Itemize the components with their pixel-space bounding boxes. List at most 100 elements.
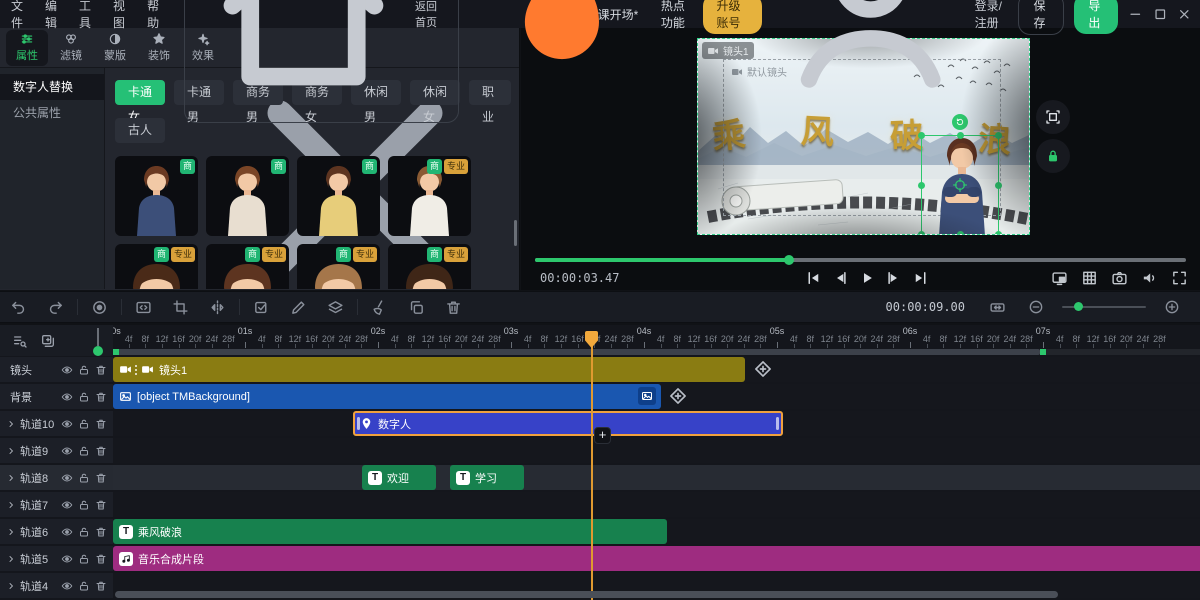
timeline-zoom-slider[interactable] xyxy=(1062,306,1146,308)
background-image-icon[interactable] xyxy=(638,387,656,405)
category-chip[interactable]: 古人 xyxy=(115,118,165,143)
menu-item-5[interactable]: 帮助 xyxy=(136,0,170,31)
add-keyframe-button[interactable] xyxy=(668,386,688,406)
multi-select-button[interactable] xyxy=(253,299,270,316)
save-button[interactable]: 保存 xyxy=(1018,0,1064,35)
menu-item-1[interactable]: 文件 xyxy=(0,0,34,31)
subnav-item-1[interactable]: 数字人替换 xyxy=(0,74,104,100)
playback-progress[interactable] xyxy=(535,255,1186,265)
avatar-scrollbar[interactable] xyxy=(514,220,517,246)
range-start-marker[interactable] xyxy=(113,349,119,355)
menu-item-4[interactable]: 视图 xyxy=(102,0,136,31)
eye-icon[interactable] xyxy=(61,364,73,376)
next-frame-button[interactable] xyxy=(885,268,903,288)
fit-timeline-button[interactable] xyxy=(989,299,1006,316)
layers-button[interactable] xyxy=(327,299,344,316)
trash-icon[interactable] xyxy=(95,364,107,376)
add-track-button[interactable] xyxy=(40,333,56,349)
grid-button[interactable] xyxy=(1081,268,1098,288)
trash-icon[interactable] xyxy=(95,580,107,592)
chev-icon[interactable] xyxy=(6,473,16,483)
chev-icon[interactable] xyxy=(6,419,16,429)
playhead-line[interactable] xyxy=(591,346,593,600)
volume-button[interactable] xyxy=(1141,268,1158,288)
selection-box[interactable] xyxy=(921,135,999,235)
rotate-handle[interactable] xyxy=(952,114,968,130)
track-manager-button[interactable] xyxy=(12,333,28,349)
export-button[interactable]: 导出 xyxy=(1074,0,1118,34)
tab-mask[interactable]: 蒙版 xyxy=(94,30,136,66)
lock-icon[interactable] xyxy=(78,472,90,484)
avatar-card[interactable]: 商专业 xyxy=(115,244,198,289)
selection-handle[interactable] xyxy=(995,132,1002,139)
previous-frame-button[interactable] xyxy=(831,268,849,288)
trash-icon[interactable] xyxy=(95,391,107,403)
trash-icon[interactable] xyxy=(95,445,107,457)
time-ruler[interactable]: 0s4f8f12f16f20f24f28f01s4f8f12f16f20f24f… xyxy=(113,325,1200,348)
add-on-playhead-button[interactable]: + xyxy=(594,427,611,444)
lock-icon[interactable] xyxy=(78,499,90,511)
skip-start-button[interactable] xyxy=(804,268,822,288)
clip-音乐合成片段[interactable]: 音乐合成片段 xyxy=(113,546,1200,571)
tab-filter[interactable]: 滤镜 xyxy=(50,30,92,66)
eye-icon[interactable] xyxy=(61,445,73,457)
crop-button[interactable] xyxy=(172,299,189,316)
maximize-button[interactable] xyxy=(1153,4,1168,24)
add-keyframe-button[interactable] xyxy=(753,359,773,379)
menu-item-2[interactable]: 编辑 xyxy=(34,0,68,31)
clip-left-grip[interactable] xyxy=(357,417,360,430)
clip-学习[interactable]: T学习 xyxy=(450,465,524,490)
eye-icon[interactable] xyxy=(61,418,73,430)
pip-button[interactable] xyxy=(1051,268,1068,288)
login-button[interactable]: 登录/注册 xyxy=(772,0,1008,113)
zoom-out-button[interactable] xyxy=(1028,299,1044,315)
skip-end-button[interactable] xyxy=(912,268,930,288)
delete-button[interactable] xyxy=(445,299,462,316)
eye-icon[interactable] xyxy=(61,499,73,511)
snapshot-button[interactable] xyxy=(1111,268,1128,288)
redo-button[interactable] xyxy=(47,299,64,316)
subnav-item-2[interactable]: 公共属性 xyxy=(0,100,104,126)
avatar-card[interactable]: 商专业 xyxy=(388,156,471,236)
eye-icon[interactable] xyxy=(61,580,73,592)
keyframe-button[interactable] xyxy=(135,299,152,316)
play-button[interactable] xyxy=(858,268,876,288)
eye-icon[interactable] xyxy=(61,391,73,403)
lock-icon[interactable] xyxy=(78,580,90,592)
duplicate-button[interactable] xyxy=(408,299,425,316)
trash-icon[interactable] xyxy=(95,418,107,430)
zoom-in-button[interactable] xyxy=(1164,299,1180,315)
lock-button[interactable] xyxy=(1036,139,1070,173)
undo-button[interactable] xyxy=(10,299,27,316)
selection-handle[interactable] xyxy=(918,182,925,189)
zoom-slider-knob[interactable] xyxy=(1074,302,1083,311)
trash-icon[interactable] xyxy=(95,499,107,511)
eye-icon[interactable] xyxy=(61,472,73,484)
clear-button[interactable] xyxy=(371,299,388,316)
fullscreen-button[interactable] xyxy=(1171,268,1188,288)
avatar-card[interactable]: 商专业 xyxy=(206,244,289,289)
selection-handle[interactable] xyxy=(995,182,1002,189)
record-button[interactable] xyxy=(91,299,108,316)
track-height-slider[interactable] xyxy=(97,328,99,346)
trash-icon[interactable] xyxy=(95,553,107,565)
avatar-card[interactable]: 商 xyxy=(206,156,289,236)
chev-icon[interactable] xyxy=(6,446,16,456)
selection-handle[interactable] xyxy=(957,132,964,139)
lock-icon[interactable] xyxy=(78,526,90,538)
menu-item-3[interactable]: 工具 xyxy=(68,0,102,31)
close-button[interactable] xyxy=(1177,4,1192,24)
clip-镜头1[interactable]: 镜头1 xyxy=(113,357,745,382)
category-chip[interactable]: 卡通女 xyxy=(115,80,165,105)
hot-features-button[interactable]: 热点功能 xyxy=(459,0,692,113)
lock-icon[interactable] xyxy=(78,418,90,430)
eye-icon[interactable] xyxy=(61,526,73,538)
clip-[object TMBackground][interactable]: [object TMBackground] xyxy=(113,384,661,409)
avatar-card[interactable]: 商专业 xyxy=(297,244,380,289)
progress-knob[interactable] xyxy=(784,255,794,265)
eye-icon[interactable] xyxy=(61,553,73,565)
clip-乘风破浪[interactable]: T乘风破浪 xyxy=(113,519,667,544)
back-home-button[interactable]: 返回首页 xyxy=(184,0,459,123)
tab-sliders[interactable]: 属性 xyxy=(6,30,48,66)
selection-handle[interactable] xyxy=(918,132,925,139)
